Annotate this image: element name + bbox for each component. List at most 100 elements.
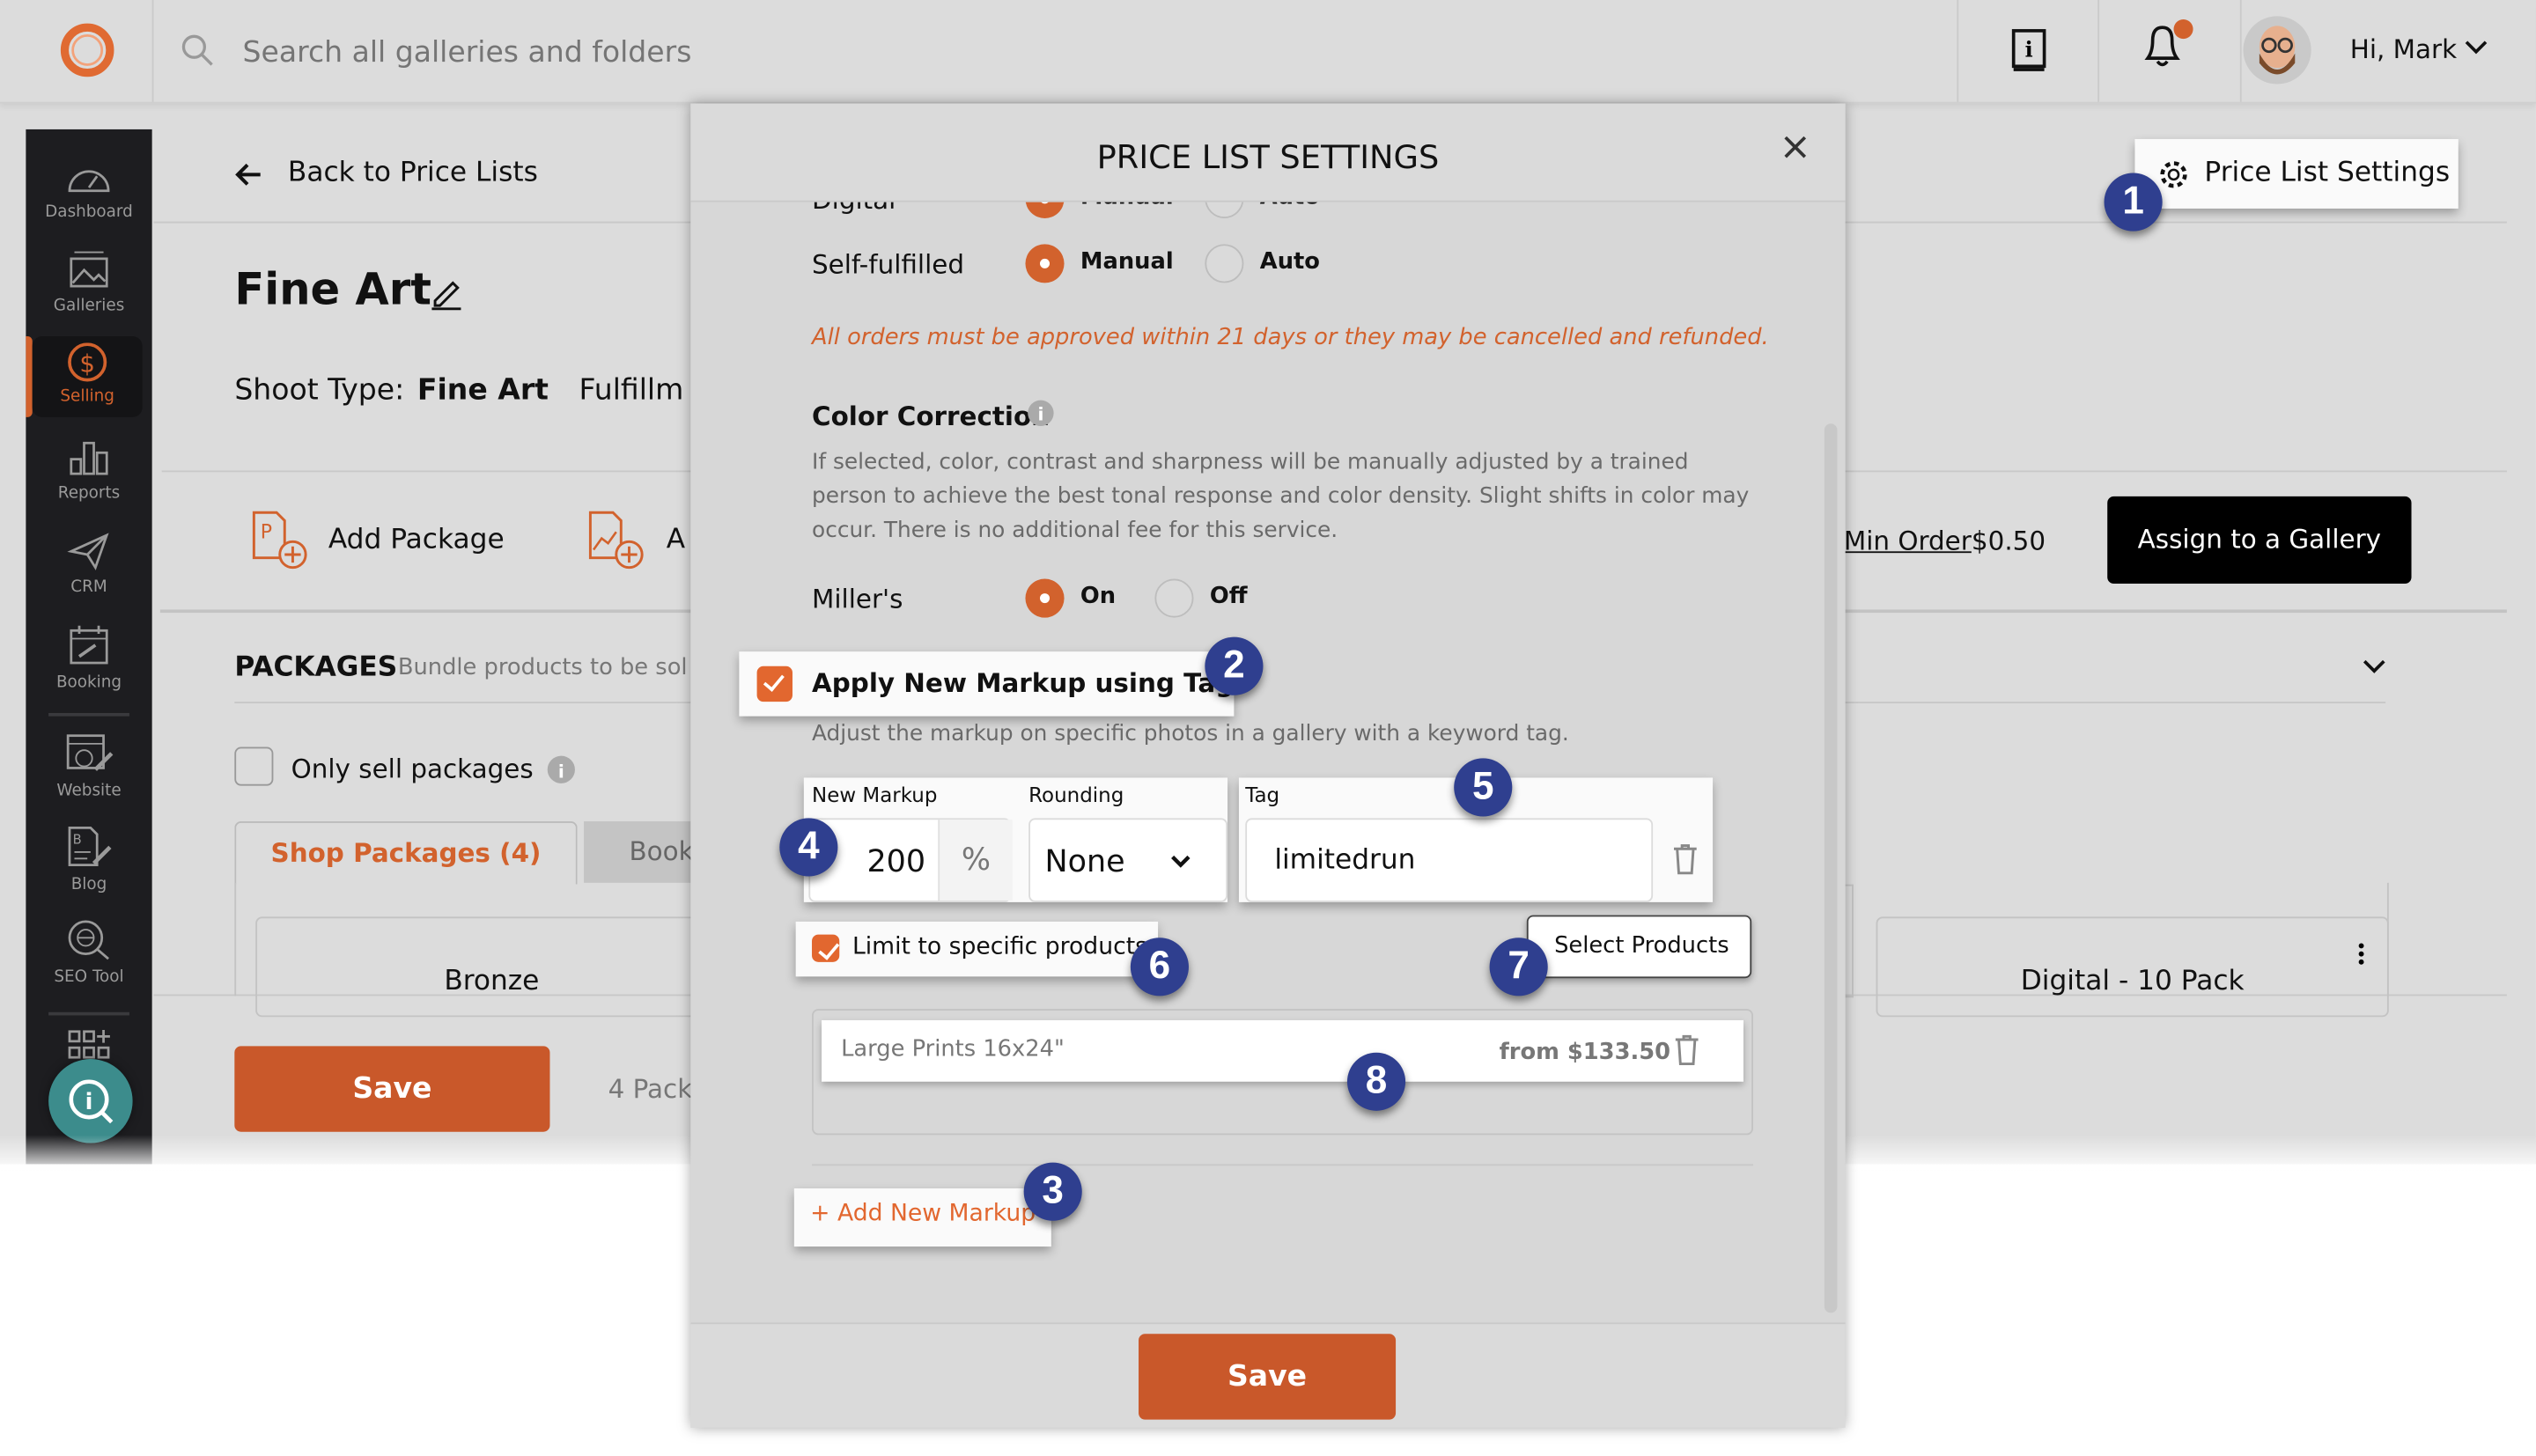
apply-markup-help: Adjust the markup on specific photos in … — [812, 721, 1569, 747]
rounding-select[interactable]: None — [1028, 818, 1228, 902]
add-new-markup-button[interactable]: + Add New Markup — [793, 1188, 1051, 1247]
pencil-edit-icon[interactable] — [429, 275, 464, 311]
sidebar-item-dashboard[interactable]: Dashboard — [26, 158, 151, 222]
add-package-label: Add Package — [328, 524, 505, 556]
price-list-settings-modal: PRICE LIST SETTINGS Digital Manual Auto … — [690, 103, 1846, 1428]
color-correction-description: occur. There is no additional fee for th… — [812, 517, 1338, 544]
search-input[interactable] — [239, 26, 1055, 78]
sidebar-item-seo-tool[interactable]: SEO Tool — [26, 916, 151, 986]
approval-warning: All orders must be approved within 21 da… — [812, 325, 1769, 351]
packages-heading: PACKAGES — [234, 651, 398, 684]
sidebar-item-label: SEO Tool — [54, 968, 124, 987]
sidebar-item-label: Blog — [70, 876, 107, 894]
trash-icon[interactable] — [1670, 842, 1699, 875]
bell-icon[interactable] — [2138, 16, 2200, 74]
arrow-left-icon[interactable] — [234, 162, 263, 188]
millers-label: Miller's — [812, 584, 903, 614]
new-markup-input[interactable]: 200 % — [808, 818, 1013, 902]
notification-dot — [2173, 19, 2193, 40]
only-sell-packages-checkbox[interactable] — [234, 746, 274, 786]
info-icon[interactable]: i — [1027, 400, 1054, 427]
sidebar-item-label: Website — [56, 782, 122, 801]
sidebar-item-label: Galleries — [53, 297, 125, 316]
color-correction-heading: Color Correction — [812, 401, 1051, 432]
radio-label: Off — [1209, 584, 1248, 610]
user-greeting[interactable]: Hi, Mark — [2350, 34, 2457, 65]
trash-icon[interactable] — [1672, 1033, 1701, 1066]
self-fulfilled-auto-radio[interactable] — [1205, 244, 1244, 283]
tag-input[interactable]: limitedrun — [1245, 818, 1654, 902]
modal-scrollbar[interactable] — [1824, 423, 1838, 1313]
close-icon[interactable] — [1782, 134, 1808, 159]
product-list: Large Prints 16x24" from $133.50 — [812, 1009, 1753, 1136]
add-image-icon — [588, 511, 644, 570]
package-card[interactable]: Digital - 10 Pack — [1876, 916, 2389, 1018]
sidebar-item-crm[interactable]: CRM — [26, 530, 151, 597]
add-package-button[interactable]: P Add Package — [251, 510, 505, 577]
packages-subtitle: Bundle products to be sol — [397, 654, 688, 681]
product-list-item[interactable]: Large Prints 16x24" from $133.50 — [822, 1019, 1744, 1082]
sidebar-item-label: CRM — [70, 578, 107, 597]
radio-label: Auto — [1259, 248, 1320, 276]
svg-text:i: i — [558, 761, 564, 782]
new-markup-value: 200 — [866, 843, 926, 880]
tag-value: limitedrun — [1274, 843, 1416, 877]
top-bar: i Hi, Mark — [0, 0, 2536, 104]
limit-products-label: Limit to specific products: — [851, 934, 1156, 960]
apply-markup-checkbox-row[interactable]: Apply New Markup using Tags — [739, 651, 1250, 717]
millers-off-radio[interactable] — [1154, 578, 1194, 618]
self-fulfilled-manual-radio[interactable] — [1025, 244, 1065, 283]
dollar-icon: $ — [68, 342, 107, 382]
sidebar-item-selling[interactable]: $ Selling — [32, 336, 143, 417]
blog-edit-icon: B — [68, 827, 112, 867]
callout-badge-7: 7 — [1489, 938, 1548, 996]
svg-text:i: i — [2025, 37, 2033, 62]
sidebar-item-reports[interactable]: Reports — [26, 437, 151, 503]
sidebar-item-website[interactable]: Website — [26, 731, 151, 800]
seo-globe-icon — [68, 920, 109, 960]
color-correction-description: person to achieve the best tonal respons… — [812, 483, 1750, 510]
sidebar-item-blog[interactable]: B Blog — [26, 825, 151, 894]
avatar[interactable] — [2242, 15, 2313, 86]
callout-badge-3: 3 — [1023, 1162, 1082, 1221]
logo-icon[interactable] — [58, 21, 116, 79]
price-list-settings-button[interactable]: Price List Settings — [2134, 138, 2459, 209]
chevron-down-icon[interactable] — [2465, 40, 2488, 56]
sidebar-item-galleries[interactable]: Galleries — [26, 249, 151, 315]
rounding-label: Rounding — [1028, 782, 1124, 807]
tag-label: Tag — [1245, 782, 1280, 807]
save-button[interactable]: Save — [234, 1046, 550, 1132]
gear-icon — [2160, 161, 2187, 188]
assign-to-gallery-button[interactable]: Assign to a Gallery — [2107, 496, 2412, 585]
callout-badge-8: 8 — [1346, 1052, 1406, 1111]
limit-products-checkbox[interactable] — [812, 934, 840, 962]
callout-badge-4: 4 — [779, 818, 838, 877]
package-card[interactable]: Bronze — [255, 916, 728, 1018]
kebab-menu-icon[interactable] — [2356, 941, 2366, 967]
min-order-link[interactable]: Min Order — [1844, 526, 1972, 556]
pack-count: 4 Pack — [608, 1073, 693, 1105]
help-book-icon[interactable]: i — [2010, 27, 2049, 72]
shoot-type-label: Shoot Type: — [234, 373, 405, 408]
sidebar-item-booking[interactable]: Booking — [26, 622, 151, 692]
chevron-down-icon[interactable] — [2363, 659, 2385, 675]
tab-shop-packages[interactable]: Shop Packages (4) — [234, 821, 578, 885]
select-products-button[interactable]: Select Products — [1526, 915, 1752, 979]
svg-text:i: i — [85, 1089, 93, 1115]
radio-label: On — [1080, 584, 1117, 610]
product-name: Large Prints 16x24" — [841, 1036, 1065, 1063]
modal-save-button[interactable]: Save — [1139, 1334, 1397, 1420]
add-second-label: A — [666, 524, 686, 556]
limit-products-checkbox-row[interactable]: Limit to specific products: — [795, 921, 1159, 977]
help-button[interactable]: i — [48, 1059, 133, 1143]
modal-footer: Save — [690, 1322, 1846, 1428]
back-to-price-lists-link[interactable]: Back to Price Lists — [288, 157, 538, 189]
add-image-product-button[interactable]: A — [587, 510, 685, 577]
apply-markup-checkbox[interactable] — [756, 665, 792, 702]
sidebar-item-label: Reports — [57, 485, 121, 504]
website-edit-icon — [66, 734, 114, 771]
chevron-down-icon — [1171, 855, 1191, 868]
dashboard-gauge-icon — [68, 170, 110, 193]
millers-on-radio[interactable] — [1025, 578, 1065, 618]
info-icon[interactable]: i — [547, 755, 576, 784]
